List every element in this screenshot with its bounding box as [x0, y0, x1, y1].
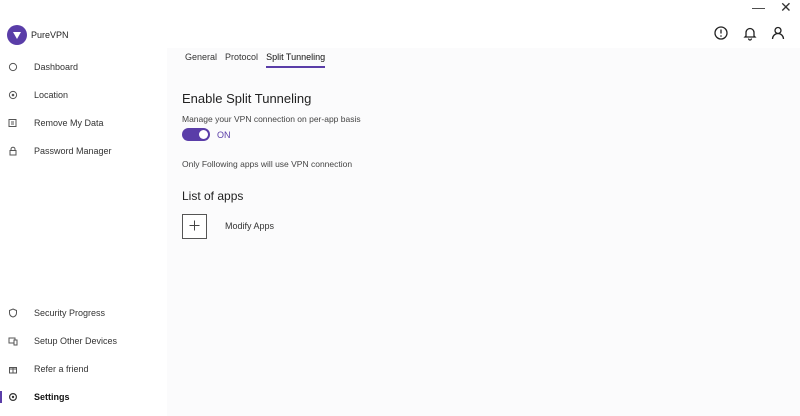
sidebar-item-refer-a-friend[interactable]: Refer a friend [0, 358, 167, 380]
sidebar: PureVPN Dashboard Location Remove My Dat… [0, 0, 167, 416]
sidebar-item-label: Settings [34, 392, 70, 402]
sidebar-item-setup-other-devices[interactable]: Setup Other Devices [0, 330, 167, 352]
sidebar-item-label: Dashboard [34, 62, 79, 72]
location-icon [7, 89, 19, 101]
user-icon[interactable] [770, 25, 786, 41]
minimize-button[interactable]: — [752, 1, 765, 15]
settings-content: General Protocol Split Tunneling Enable … [167, 48, 800, 416]
lock-icon [7, 145, 19, 157]
sidebar-item-label: Security Progress [34, 308, 106, 318]
sidebar-item-label: Setup Other Devices [34, 336, 118, 346]
bell-icon[interactable] [742, 25, 758, 41]
sidebar-item-label: Location [34, 90, 69, 100]
tab-protocol[interactable]: Protocol [225, 52, 258, 68]
sidebar-item-password-manager[interactable]: Password Manager [0, 140, 167, 162]
sidebar-item-label: Remove My Data [34, 118, 104, 128]
add-app-button[interactable] [182, 214, 207, 239]
shield-icon [7, 307, 19, 319]
tab-general[interactable]: General [185, 52, 217, 68]
data-removal-icon [7, 117, 19, 129]
list-title: List of apps [182, 189, 244, 203]
split-tunneling-toggle[interactable] [182, 128, 210, 141]
close-window-button[interactable]: ✕ [780, 0, 792, 14]
sidebar-item-label: Refer a friend [34, 364, 89, 374]
brand: PureVPN [7, 25, 69, 45]
toggle-state-label: ON [217, 130, 231, 140]
tab-split-tunneling[interactable]: Split Tunneling [266, 52, 326, 68]
section-description: Manage your VPN connection on per-app ba… [182, 114, 361, 124]
sidebar-item-security-progress[interactable]: Security Progress [0, 302, 167, 324]
info-text: Only Following apps will use VPN connect… [182, 159, 353, 169]
settings-tabs: General Protocol Split Tunneling [185, 52, 333, 68]
gift-icon [7, 363, 19, 375]
active-indicator [0, 391, 2, 403]
devices-icon [7, 335, 19, 347]
plus-icon [189, 218, 200, 236]
sidebar-item-remove-my-data[interactable]: Remove My Data [0, 112, 167, 134]
sidebar-item-label: Password Manager [34, 146, 112, 156]
app-name: PureVPN [31, 30, 69, 40]
modify-apps-link[interactable]: Modify Apps [225, 221, 274, 231]
sidebar-item-location[interactable]: Location [0, 84, 167, 106]
section-title: Enable Split Tunneling [182, 91, 312, 106]
circle-icon [7, 61, 19, 73]
help-icon[interactable] [713, 25, 729, 41]
sidebar-item-dashboard[interactable]: Dashboard [0, 56, 167, 78]
gear-icon [7, 391, 19, 403]
purevpn-logo-icon [7, 25, 27, 45]
toggle-knob [199, 130, 208, 139]
sidebar-item-settings[interactable]: Settings [0, 386, 167, 408]
